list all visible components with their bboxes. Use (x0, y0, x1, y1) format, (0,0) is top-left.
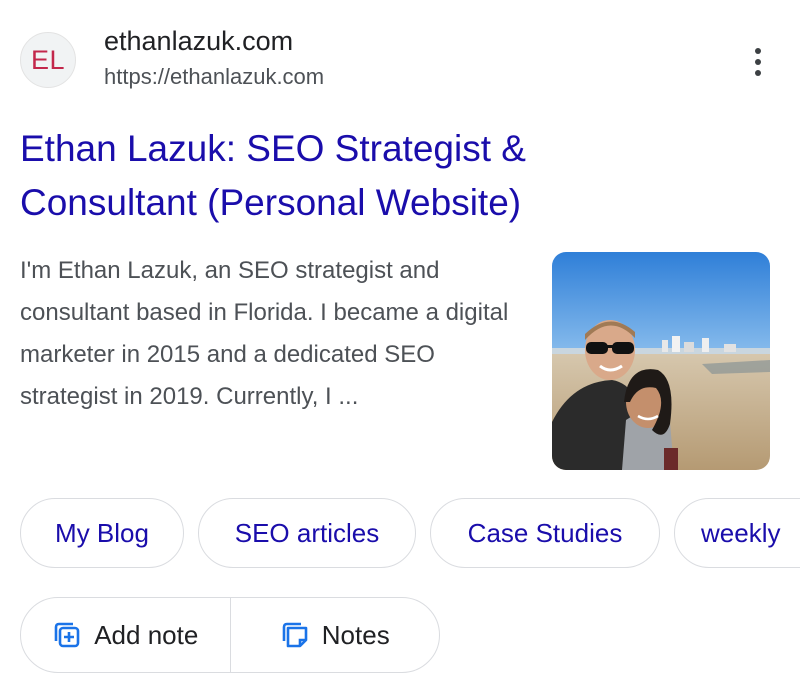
notes-actions-group: Add note Notes (20, 597, 440, 673)
sitelink-chips: My Blog SEO articles Case Studies weekly (20, 498, 800, 570)
chip-label: weekly (701, 517, 781, 548)
notes-icon (282, 622, 308, 648)
more-vert-icon-dot (755, 59, 761, 65)
result-thumbnail[interactable] (552, 252, 770, 470)
notes-button[interactable]: Notes (231, 598, 440, 672)
favicon-text: EL (30, 44, 66, 75)
result-snippet: I'm Ethan Lazuk, an SEO strategist and c… (20, 257, 509, 410)
notes-label: Notes (321, 619, 390, 650)
chip-case-studies[interactable]: Case Studies (430, 498, 660, 568)
add-note-button[interactable]: Add note (21, 598, 230, 672)
chip-label: Case Studies (467, 517, 623, 548)
chip-weekly[interactable]: weekly (674, 498, 800, 568)
more-vert-icon (755, 48, 761, 54)
thumbnail-photo (552, 252, 770, 470)
chip-my-blog[interactable]: My Blog (20, 498, 184, 568)
more-vert-icon-dot (755, 70, 761, 76)
chip-label: SEO articles (234, 517, 380, 548)
add-note-label: Add note (94, 619, 199, 650)
chip-label: My Blog (55, 517, 149, 548)
site-name[interactable]: ethanlazuk.com (104, 26, 293, 57)
site-favicon[interactable]: EL (20, 32, 76, 88)
site-url[interactable]: https://ethanlazuk.com (104, 64, 324, 90)
result-title-link[interactable]: Ethan Lazuk: SEO Strategist & Consultant… (20, 122, 660, 230)
add-note-icon (54, 622, 80, 648)
chip-seo-articles[interactable]: SEO articles (198, 498, 416, 568)
more-options-button[interactable] (744, 42, 772, 82)
